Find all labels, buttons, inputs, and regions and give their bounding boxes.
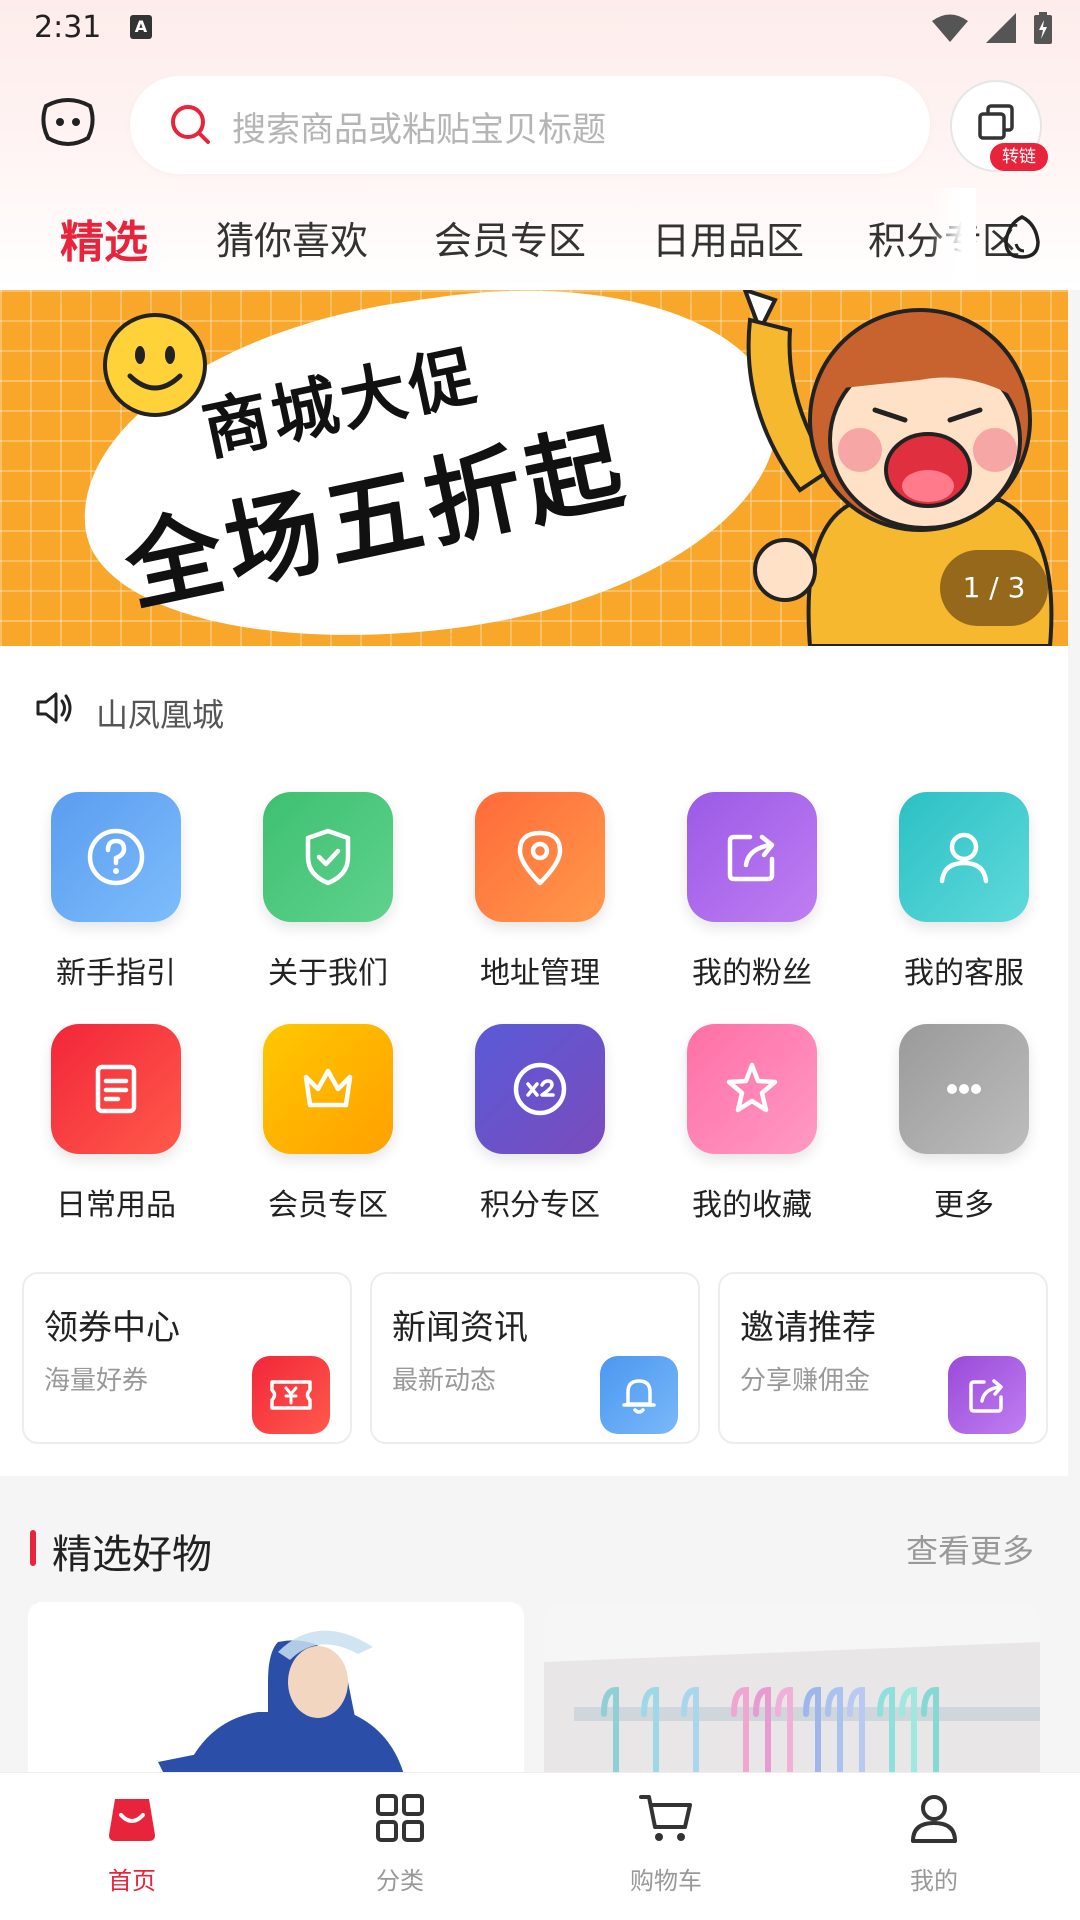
nav-label: 首页 xyxy=(108,1867,156,1895)
star-icon xyxy=(687,1024,817,1154)
notice-text: 山凤凰城 xyxy=(96,696,225,734)
grid-item-beginner-guide[interactable]: 新手指引 xyxy=(16,792,216,992)
grid-label: 我的粉丝 xyxy=(692,956,812,991)
grid-item-my-fans[interactable]: 我的粉丝 xyxy=(652,792,852,992)
section-title: 精选好物 xyxy=(52,1532,212,1578)
feature-subtitle: 分享赚佣金 xyxy=(740,1366,871,1396)
grid-label: 我的客服 xyxy=(904,956,1024,991)
egg-menu-icon[interactable] xyxy=(1002,214,1042,260)
feature-card-coupon-center[interactable]: 领券中心 海量好券 xyxy=(22,1272,352,1444)
tab-daily-goods[interactable]: 日用品区 xyxy=(652,210,804,265)
notification-icon: A xyxy=(130,15,152,39)
nav-profile[interactable]: 我的 xyxy=(864,1791,1004,1896)
feature-card-invite[interactable]: 邀请推荐 分享赚佣金 xyxy=(718,1272,1048,1444)
nav-category[interactable]: 分类 xyxy=(330,1791,470,1896)
product-card-hangers[interactable] xyxy=(544,1602,1040,1792)
grid-item-about-us[interactable]: 关于我们 xyxy=(228,792,428,992)
view-more-link[interactable]: 查看更多 xyxy=(906,1526,1034,1572)
app-logo-icon[interactable] xyxy=(38,92,98,152)
grid-label: 日常用品 xyxy=(56,1188,176,1223)
promo-banner[interactable]: 商城大促 全场五折起 xyxy=(0,290,1068,646)
nav-label: 分类 xyxy=(376,1867,424,1895)
grid-item-daily-goods[interactable]: 日常用品 xyxy=(16,1024,216,1224)
grid-item-address-management[interactable]: 地址管理 xyxy=(440,792,640,992)
more-dots-icon xyxy=(899,1024,1029,1154)
speaker-icon xyxy=(36,692,72,724)
nav-label: 购物车 xyxy=(630,1867,702,1895)
bottom-navigation: 首页 分类 购物车 我的 xyxy=(0,1772,1080,1920)
share-icon xyxy=(687,792,817,922)
section-accent-bar xyxy=(30,1530,36,1566)
product-card-raincoat[interactable] xyxy=(28,1602,524,1792)
grid-label: 更多 xyxy=(934,1188,994,1223)
category-tabs: 精选 猜你喜欢 会员专区 日用品区 积分专区 xyxy=(0,210,1080,286)
status-icons xyxy=(932,12,1052,44)
grid-item-points-zone[interactable]: 积分专区 xyxy=(440,1024,640,1224)
feature-title: 邀请推荐 xyxy=(740,1308,876,1348)
profile-icon xyxy=(911,1795,957,1843)
grid-item-my-favorites[interactable]: 我的收藏 xyxy=(652,1024,852,1224)
banner-page-counter: 1 / 3 xyxy=(940,550,1048,626)
feature-title: 领券中心 xyxy=(44,1308,180,1348)
cart-icon xyxy=(639,1795,692,1841)
feature-card-news[interactable]: 新闻资讯 最新动态 xyxy=(370,1272,700,1444)
grid-label: 积分专区 xyxy=(480,1188,600,1223)
grid-icon xyxy=(376,1794,424,1842)
grid-label: 关于我们 xyxy=(268,956,388,991)
location-pin-icon xyxy=(475,792,605,922)
feature-subtitle: 海量好券 xyxy=(44,1366,149,1396)
document-icon xyxy=(51,1024,181,1154)
status-bar: 2:31 A xyxy=(0,0,1080,56)
tab-guess-you-like[interactable]: 猜你喜欢 xyxy=(216,210,368,265)
product-image-raincoat xyxy=(28,1602,524,1792)
grid-label: 地址管理 xyxy=(480,956,600,991)
wifi-icon xyxy=(932,14,968,42)
feature-title: 新闻资讯 xyxy=(392,1308,528,1348)
shield-check-icon xyxy=(263,792,393,922)
share-icon xyxy=(948,1356,1026,1434)
battery-icon xyxy=(1034,12,1052,44)
signal-icon xyxy=(986,13,1016,43)
home-bag-icon xyxy=(109,1799,155,1841)
tab-featured[interactable]: 精选 xyxy=(60,206,148,270)
product-image-hangers xyxy=(544,1602,1040,1792)
search-placeholder: 搜索商品或粘贴宝贝标题 xyxy=(232,110,606,150)
points-x2-icon xyxy=(475,1024,605,1154)
status-time: 2:31 xyxy=(34,10,102,45)
grid-label: 会员专区 xyxy=(268,1188,388,1223)
grid-item-customer-service[interactable]: 我的客服 xyxy=(864,792,1064,992)
question-icon xyxy=(51,792,181,922)
coupon-icon xyxy=(252,1356,330,1434)
search-icon xyxy=(171,105,210,144)
nav-label: 我的 xyxy=(910,1867,958,1895)
nav-home[interactable]: 首页 xyxy=(62,1791,202,1896)
search-input[interactable]: 搜索商品或粘贴宝贝标题 xyxy=(130,76,930,174)
user-icon xyxy=(899,792,1029,922)
tab-fade xyxy=(930,188,976,288)
grid-item-member-zone[interactable]: 会员专区 xyxy=(228,1024,428,1224)
crown-icon xyxy=(263,1024,393,1154)
smiley-icon xyxy=(103,313,207,417)
tab-member-zone[interactable]: 会员专区 xyxy=(434,210,586,265)
feature-subtitle: 最新动态 xyxy=(392,1366,497,1396)
nav-cart[interactable]: 购物车 xyxy=(596,1791,736,1896)
grid-label: 新手指引 xyxy=(56,956,176,991)
bell-icon xyxy=(600,1356,678,1434)
grid-item-more[interactable]: 更多 xyxy=(864,1024,1064,1224)
convert-badge: 转链 xyxy=(990,143,1048,171)
grid-label: 我的收藏 xyxy=(692,1188,812,1223)
